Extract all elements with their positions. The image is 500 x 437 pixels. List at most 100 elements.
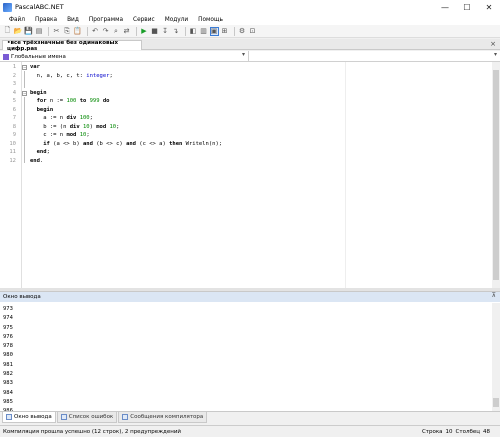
error-list-icon <box>60 414 67 420</box>
output-line: 985 <box>3 398 13 405</box>
menu-bar: Файл Правка Вид Программа Сервис Модули … <box>0 14 500 25</box>
toolbar: 🗋 📂 💾 ▤ ✂ ⎘ 📋 ↶ ↷ ⌕ ⇄ ▶ ■ ↧ ↴ ◧ ▥ ▣ ⊞ ⚙ … <box>0 25 500 38</box>
pin-icon[interactable]: ⊼ <box>492 292 496 299</box>
scope-dropdown[interactable]: Глобальные имена ▾ <box>0 51 249 62</box>
debug-window-icon[interactable]: ▣ <box>209 26 219 36</box>
output-panel-title: Окно вывода <box>3 294 41 300</box>
replace-icon[interactable]: ⇄ <box>122 27 131 36</box>
code-text-area[interactable]: var n, a, b, c, t: integer; begin for n … <box>30 62 490 288</box>
output-window-icon <box>6 414 12 420</box>
run-icon[interactable]: ▶ <box>140 27 149 36</box>
scope-value: Глобальные имена <box>11 53 66 60</box>
copy-icon[interactable]: ⎘ <box>63 27 72 36</box>
output-line: 981 <box>3 361 13 368</box>
line-number: 10 <box>9 140 16 147</box>
tab-label: •все трёхзначные без одинаковых цифр.pas <box>7 39 118 52</box>
line-number: 2 <box>12 72 16 79</box>
scope-bar: Глобальные имена ▾ ▾ <box>0 51 500 62</box>
paste-icon[interactable]: 📋 <box>73 27 82 36</box>
close-tab-icon[interactable]: × <box>490 40 496 48</box>
fold-line <box>24 71 25 88</box>
document-tabs: •все трёхзначные без одинаковых цифр.pas… <box>0 39 500 52</box>
line-number: 6 <box>12 106 16 113</box>
code-editor[interactable]: 1 2 3 4 5 6 7 8 9 10 11 12 − − var n, a,… <box>0 62 500 288</box>
toolbar-separator <box>48 26 49 36</box>
status-bar: Компиляция прошла успешно (12 строк), 2 … <box>0 425 500 437</box>
output-line: 974 <box>3 315 13 322</box>
line-number: 9 <box>12 132 16 138</box>
minimize-button[interactable]: — <box>434 0 456 14</box>
chevron-down-icon: ▾ <box>493 51 497 58</box>
menu-program[interactable]: Программа <box>84 17 128 23</box>
cursor-position: Строка 10 Столбец 48 <box>419 426 490 437</box>
help-icon[interactable]: ⊡ <box>248 27 257 36</box>
output-vertical-scrollbar[interactable] <box>492 303 500 412</box>
tab-compiler-messages[interactable]: Сообщения компилятора <box>118 412 208 423</box>
line-number: 11 <box>9 149 16 155</box>
app-logo-icon <box>3 2 12 12</box>
breakpoint-icon[interactable]: ◧ <box>189 27 198 36</box>
close-button[interactable]: ✕ <box>478 0 500 14</box>
status-message: Компиляция прошла успешно (12 строк), 2 … <box>3 428 181 435</box>
settings-icon[interactable]: ⚙ <box>238 27 247 36</box>
tab-output-window[interactable]: Окно вывода <box>2 412 56 423</box>
chevron-down-icon: ▾ <box>241 51 245 58</box>
new-file-icon[interactable]: 🗋 <box>3 26 12 36</box>
output-line: 980 <box>3 352 13 359</box>
undo-icon[interactable]: ↶ <box>91 27 100 36</box>
menu-service[interactable]: Сервис <box>128 17 160 23</box>
output-line: 976 <box>3 333 13 340</box>
open-icon[interactable]: 📂 <box>14 27 23 36</box>
menu-help[interactable]: Помощь <box>193 17 228 23</box>
output-text[interactable]: 973 974 975 976 978 980 981 982 983 984 … <box>3 305 13 426</box>
line-number: 1 <box>12 64 16 70</box>
code-line: begin <box>30 89 47 96</box>
code-line: b := (n div 10) mod 10; <box>30 123 120 130</box>
code-line: for n := 100 to 999 do <box>36 98 110 104</box>
find-icon[interactable]: ⌕ <box>112 27 121 36</box>
menu-edit[interactable]: Правка <box>30 17 62 23</box>
line-number-gutter: 1 2 3 4 5 6 7 8 9 10 11 12 <box>0 62 22 288</box>
tab-label: Список ошибок <box>68 414 114 420</box>
right-margin-guide <box>345 62 346 288</box>
output-window-icon[interactable]: ▥ <box>199 27 208 36</box>
step-over-icon[interactable]: ↧ <box>161 27 170 36</box>
output-line: 978 <box>3 343 13 350</box>
tab-source-file[interactable]: •все трёхзначные без одинаковых цифр.pas <box>2 39 142 52</box>
tab-error-list[interactable]: Список ошибок <box>56 412 118 423</box>
scrollbar-thumb[interactable] <box>493 398 499 407</box>
form-designer-icon[interactable]: ⊞ <box>220 27 229 36</box>
column-label: Столбец <box>455 429 480 435</box>
code-line: if (a <> b) and (b <> c) and (c <> a) th… <box>43 140 223 147</box>
fold-toggle-icon[interactable]: − <box>22 90 27 96</box>
line-label: Строка <box>421 429 443 435</box>
line-value: 10 <box>445 429 453 435</box>
line-number: 8 <box>12 123 16 130</box>
output-line: 975 <box>3 324 13 331</box>
column-value: 48 <box>483 429 490 435</box>
line-number: 7 <box>12 115 16 121</box>
stop-icon[interactable]: ■ <box>150 27 159 36</box>
maximize-button[interactable]: ☐ <box>456 0 478 14</box>
menu-modules[interactable]: Модули <box>160 17 193 23</box>
menu-view[interactable]: Вид <box>62 17 84 23</box>
save-icon[interactable]: 💾 <box>24 27 33 36</box>
line-number: 3 <box>12 81 16 87</box>
step-into-icon[interactable]: ↴ <box>171 27 180 36</box>
toolbar-separator <box>233 26 235 36</box>
output-panel-header: Окно вывода ⊼ <box>0 292 500 302</box>
window-controls: — ☐ ✕ <box>434 0 500 14</box>
cut-icon[interactable]: ✂ <box>52 27 61 36</box>
line-number: 12 <box>9 157 16 164</box>
fold-toggle-icon[interactable]: − <box>22 65 27 70</box>
line-number: 4 <box>12 89 16 96</box>
output-line: 973 <box>3 306 13 312</box>
code-line: n, a, b, c, t: integer; <box>30 72 113 79</box>
scrollbar-thumb[interactable] <box>493 70 499 280</box>
save-all-icon[interactable]: ▤ <box>35 27 44 36</box>
output-line: 982 <box>3 371 13 378</box>
menu-file[interactable]: Файл <box>4 17 30 23</box>
editor-vertical-scrollbar[interactable] <box>492 62 500 288</box>
redo-icon[interactable]: ↷ <box>101 27 110 36</box>
member-dropdown[interactable]: ▾ <box>249 51 500 61</box>
